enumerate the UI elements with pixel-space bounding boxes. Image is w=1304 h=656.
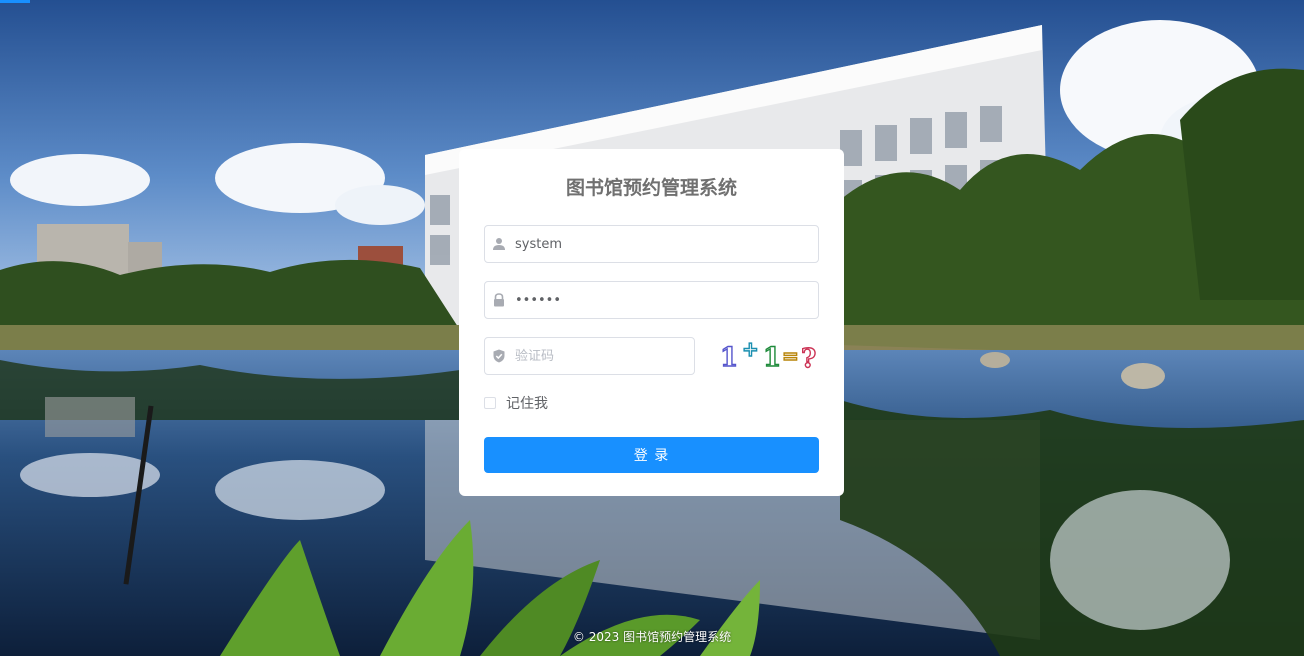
login-button[interactable]: 登 录: [484, 437, 819, 473]
password-input[interactable]: [515, 282, 812, 318]
remember-me-label: 记住我: [506, 396, 548, 412]
captcha-char-1: 1: [720, 343, 738, 373]
captcha-char-4: =: [782, 344, 799, 368]
captcha-char-5: ?: [801, 344, 816, 374]
captcha-input[interactable]: [515, 338, 688, 374]
password-field[interactable]: [484, 281, 819, 319]
captcha-field[interactable]: [484, 337, 695, 375]
remember-me-checkbox[interactable]: [484, 397, 496, 409]
login-title: 图书馆预约管理系统: [565, 177, 737, 199]
username-field[interactable]: [484, 225, 819, 263]
captcha-char-3: 1: [763, 343, 781, 373]
remember-me[interactable]: 记住我: [484, 394, 548, 412]
captcha-image[interactable]: 1 + 1 = ?: [712, 338, 819, 374]
login-card: 图书馆预约管理系统 1 + 1 = ? 记住我 登 录: [459, 149, 844, 496]
top-left-indicator: [0, 0, 30, 3]
captcha-char-2: +: [742, 338, 759, 361]
footer-copyright: © 2023 图书馆预约管理系统: [572, 630, 732, 644]
username-input[interactable]: [515, 226, 812, 262]
shield-check-icon: [493, 349, 505, 363]
user-icon: [493, 238, 505, 250]
lock-icon: [494, 293, 504, 307]
